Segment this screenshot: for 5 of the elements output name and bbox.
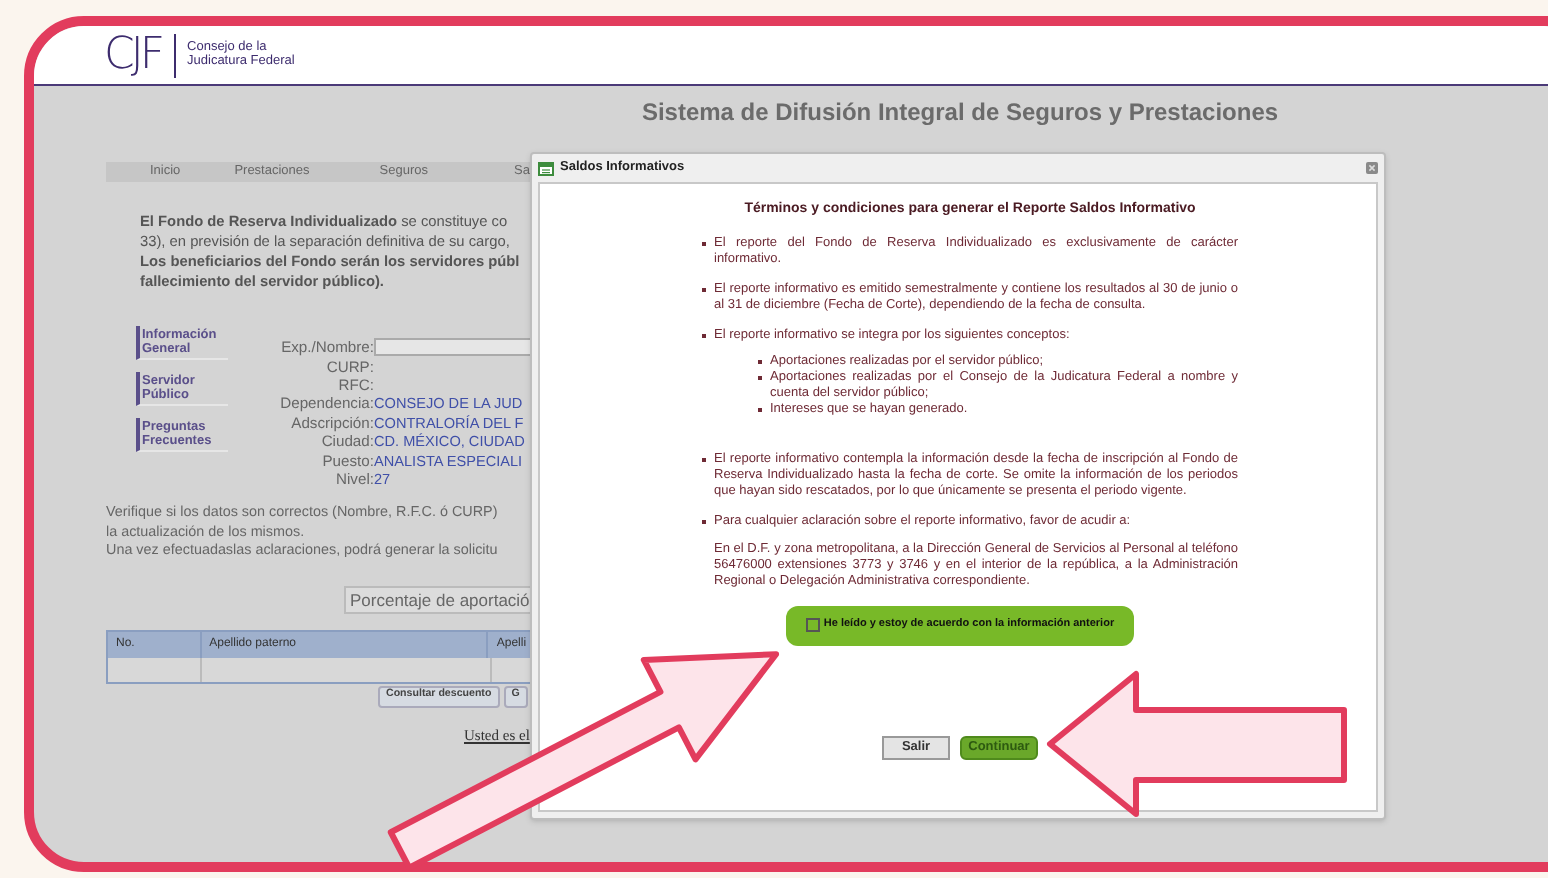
close-icon[interactable] — [1366, 162, 1378, 174]
checkbox[interactable] — [805, 618, 820, 632]
page-title: Sistema de Difusión Integral de Seguros y Prestaciones — [639, 96, 1281, 130]
logo-mark: CJF — [104, 33, 162, 77]
window-icon — [538, 161, 554, 175]
